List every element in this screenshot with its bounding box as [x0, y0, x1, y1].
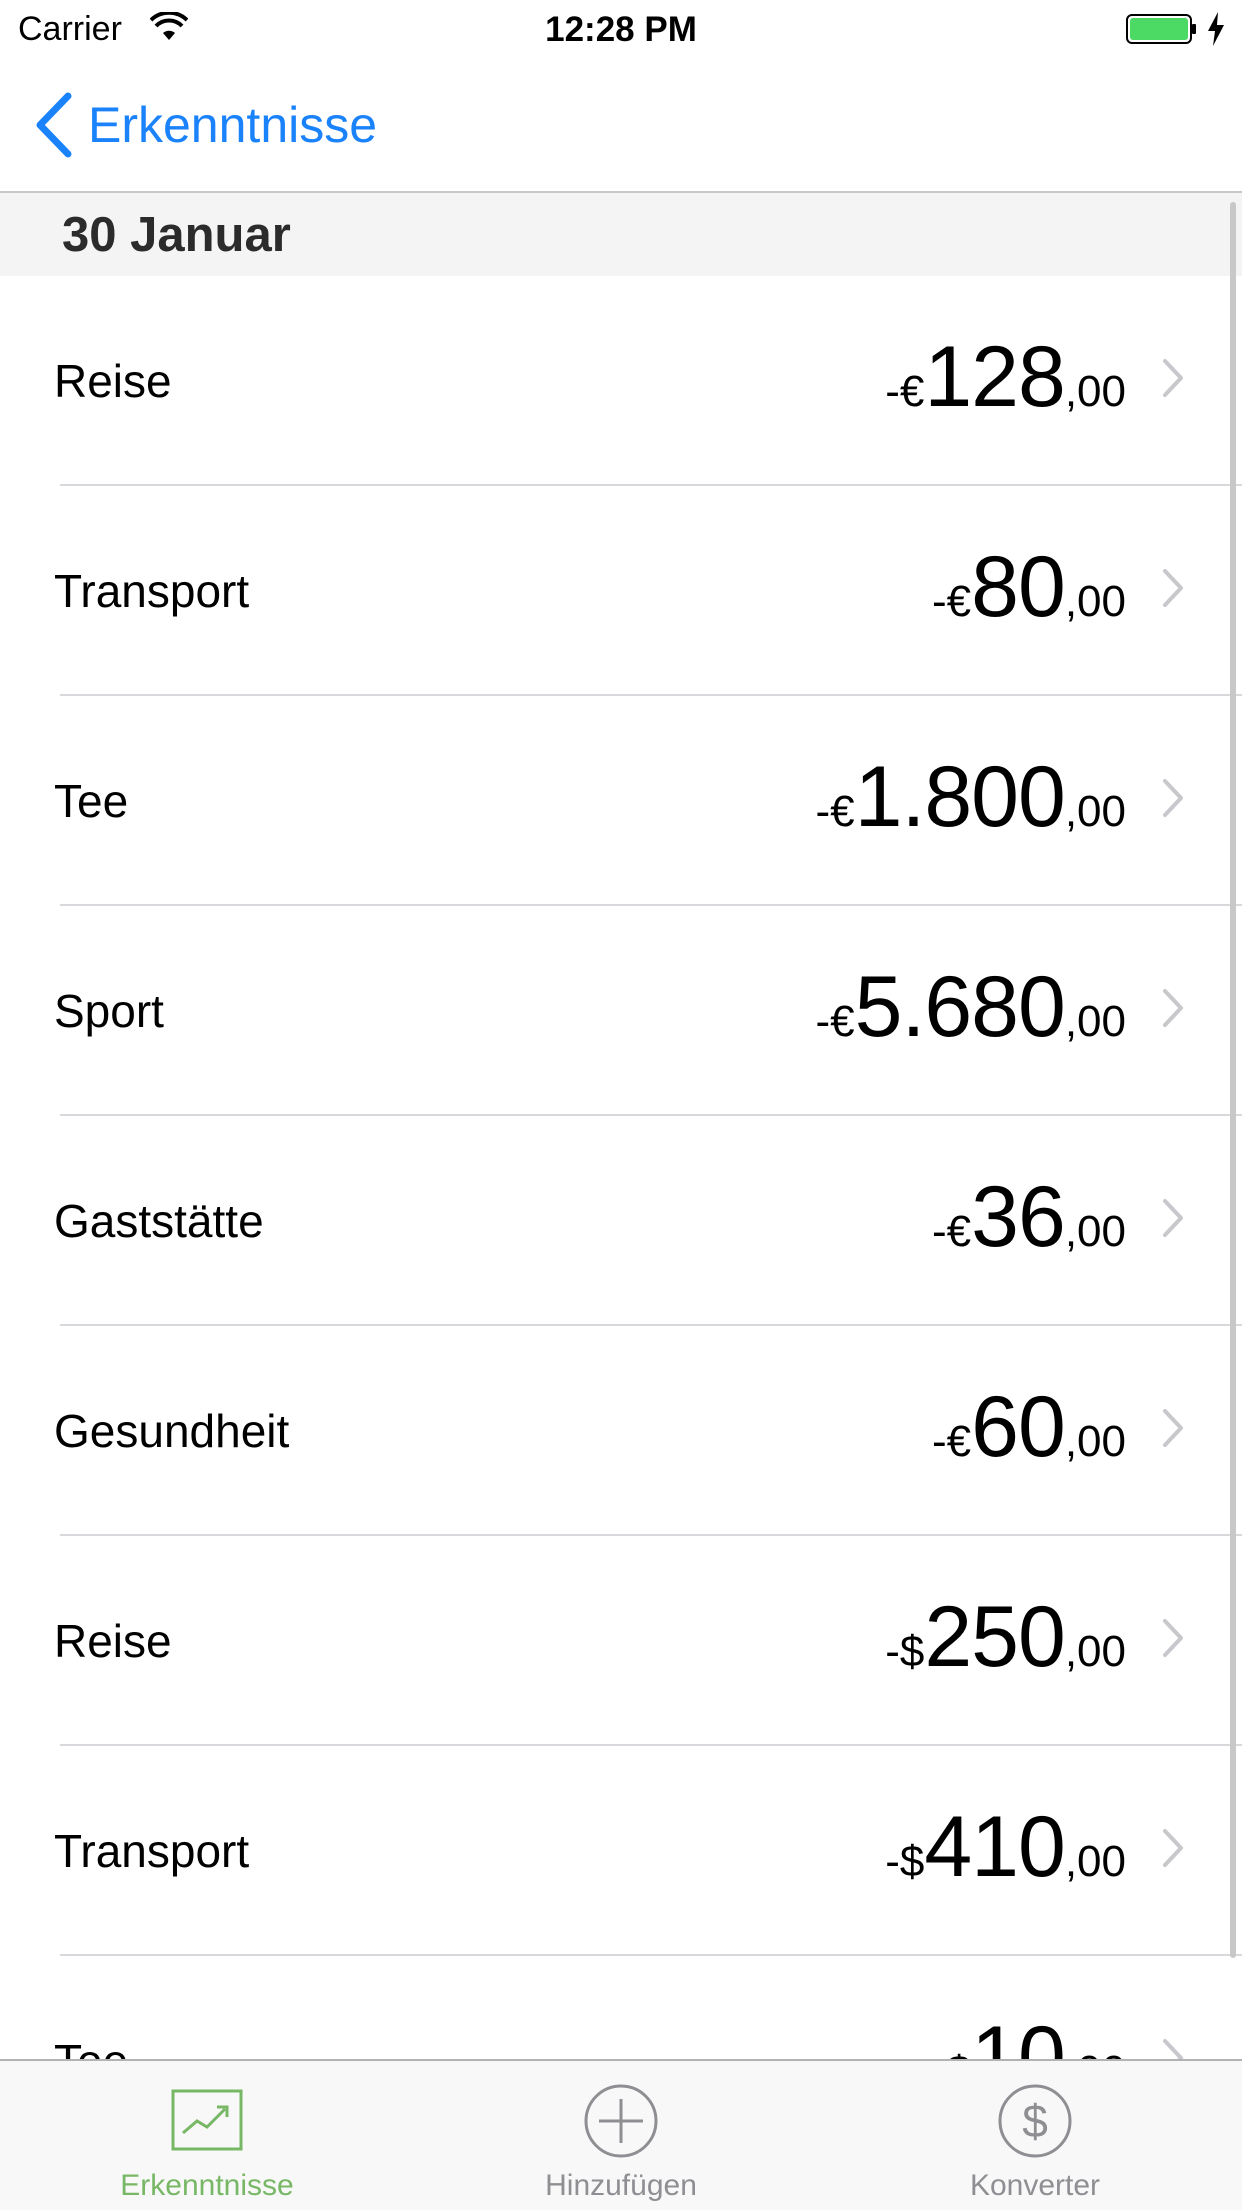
transaction-row[interactable]: Tee -€1.800,00	[0, 696, 1242, 906]
tab-label: Konverter	[969, 2169, 1101, 2202]
category-label: Gaststätte	[54, 1195, 264, 1247]
clock: 12:28 PM	[545, 10, 697, 49]
amount-cents: ,00	[1064, 1837, 1126, 1886]
section-header: 30 Januar	[0, 193, 1242, 276]
amount-cents: ,00	[1064, 1627, 1126, 1676]
category-label: Sport	[54, 985, 164, 1037]
category-label: Gesundheit	[54, 1405, 290, 1457]
transaction-row[interactable]: Tee -$10,00	[0, 1956, 1242, 2059]
amount-currency-prefix: -$	[932, 2047, 971, 2059]
category-label: Reise	[54, 355, 172, 407]
chevron-right-icon	[1163, 1829, 1183, 1867]
amount-currency-prefix: -€	[815, 787, 855, 836]
amount-value: -€60,00	[932, 1378, 1126, 1477]
transaction-row[interactable]: Sport -€5.680,00	[0, 906, 1242, 1116]
svg-text:$: $	[1022, 2095, 1048, 2147]
amount-value: -$10,00	[932, 2008, 1126, 2059]
plus-circle-icon	[584, 2084, 658, 2158]
chevron-right-icon	[1163, 1619, 1183, 1657]
tab-erkenntnisse[interactable]: Erkenntnisse	[0, 2061, 414, 2210]
amount-main: 10	[971, 2009, 1066, 2059]
amount-value: -$250,00	[885, 1588, 1126, 1687]
amount-main: 128	[924, 329, 1065, 425]
amount-value: -€80,00	[932, 538, 1126, 637]
chevron-right-icon	[1163, 2039, 1183, 2059]
amount-cents: ,00	[1065, 2047, 1126, 2059]
chevron-right-icon	[1163, 569, 1183, 607]
scrollbar[interactable]	[1230, 202, 1236, 1958]
chevron-right-icon	[1163, 359, 1183, 397]
category-label: Tee	[54, 2034, 128, 2059]
amount-currency-prefix: -$	[885, 1627, 925, 1676]
amount-currency-prefix: -€	[885, 367, 925, 416]
section-date-title: 30 Januar	[62, 208, 291, 262]
back-button-label: Erkenntnisse	[88, 97, 378, 153]
amount-value: -€5.680,00	[815, 958, 1126, 1057]
amount-main: 5.680	[854, 959, 1066, 1055]
amount-cents: ,00	[1064, 787, 1126, 836]
amount-currency-prefix: -€	[932, 1417, 972, 1466]
category-label: Transport	[54, 565, 250, 617]
amount-value: -€1.800,00	[815, 748, 1126, 847]
status-bar: Carrier 12:28 PM	[0, 0, 1242, 60]
amount-currency-prefix: -$	[885, 1837, 925, 1886]
transaction-list[interactable]: Reise -€128,00 Transport -€80,00 Tee -€1.800,…	[0, 276, 1242, 2059]
amount-value: -€128,00	[885, 328, 1126, 427]
amount-cents: ,00	[1064, 367, 1126, 416]
battery-icon	[1126, 14, 1196, 44]
tab-label: Hinzufügen	[545, 2169, 697, 2202]
charging-bolt-icon	[1208, 12, 1224, 46]
transaction-row[interactable]: Transport -€80,00	[0, 486, 1242, 696]
chevron-right-icon	[1163, 1409, 1183, 1447]
amount-cents: ,00	[1064, 1417, 1126, 1466]
chart-trend-icon	[171, 2089, 243, 2151]
tab-hinzufuegen[interactable]: Hinzufügen	[414, 2061, 828, 2210]
navigation-bar: Erkenntnisse	[0, 60, 1242, 193]
amount-cents: ,00	[1064, 1207, 1126, 1256]
chevron-right-icon	[1163, 1199, 1183, 1237]
amount-main: 80	[971, 539, 1066, 635]
amount-currency-prefix: -€	[815, 997, 855, 1046]
transaction-row[interactable]: Gaststätte -€36,00	[0, 1116, 1242, 1326]
category-label: Reise	[54, 1615, 172, 1667]
tab-bar: Erkenntnisse Hinzufügen $ Konverter	[0, 2059, 1242, 2210]
chevron-right-icon	[1163, 779, 1183, 817]
amount-value: -€36,00	[932, 1168, 1126, 1267]
tab-konverter[interactable]: $ Konverter	[828, 2061, 1242, 2210]
amount-value: -$410,00	[885, 1798, 1126, 1897]
amount-cents: ,00	[1064, 997, 1126, 1046]
transaction-row[interactable]: Reise -$250,00	[0, 1536, 1242, 1746]
back-button[interactable]: Erkenntnisse	[34, 90, 377, 160]
amount-currency-prefix: -€	[932, 577, 972, 626]
tab-label: Erkenntnisse	[120, 2169, 294, 2202]
amount-main: 60	[971, 1379, 1066, 1475]
amount-main: 410	[924, 1799, 1065, 1895]
amount-main: 250	[924, 1589, 1065, 1685]
chevron-right-icon	[1163, 989, 1183, 1027]
category-label: Transport	[54, 1825, 250, 1877]
amount-cents: ,00	[1064, 577, 1126, 626]
amount-main: 1.800	[854, 749, 1066, 845]
category-label: Tee	[54, 775, 129, 827]
amount-main: 36	[971, 1169, 1066, 1265]
amount-currency-prefix: -€	[932, 1207, 972, 1256]
dollar-circle-icon: $	[998, 2084, 1072, 2158]
chevron-left-icon	[36, 92, 72, 158]
transaction-row[interactable]: Transport -$410,00	[0, 1746, 1242, 1956]
transaction-row[interactable]: Reise -€128,00	[0, 276, 1242, 486]
transaction-row[interactable]: Gesundheit -€60,00	[0, 1326, 1242, 1536]
